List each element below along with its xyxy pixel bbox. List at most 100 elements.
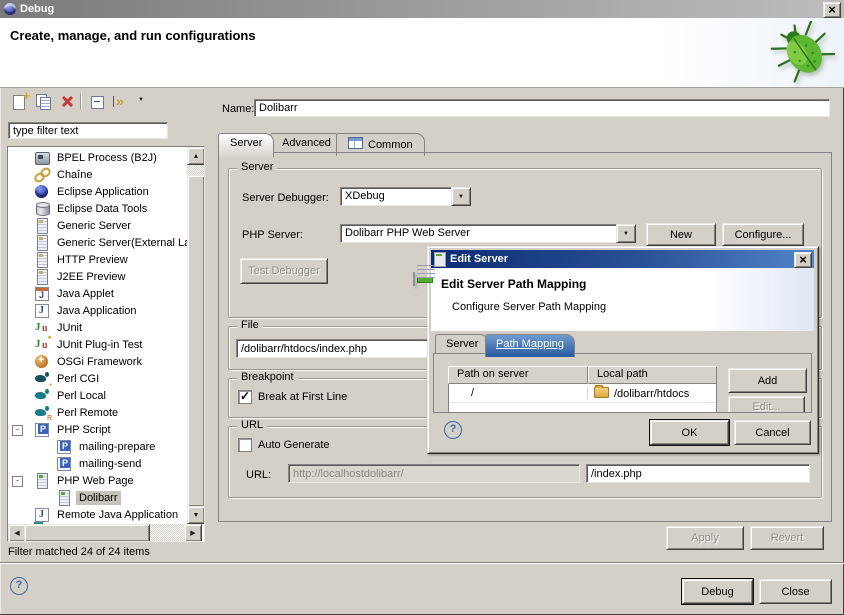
edit-server-dialog: Edit Server Edit Server Path Mapping Con… <box>427 246 819 454</box>
window-title: Debug <box>20 3 54 15</box>
delete-icon[interactable] <box>58 92 78 112</box>
column-header-local-path[interactable]: Local path <box>588 366 717 384</box>
server-tower-icon <box>413 272 415 286</box>
filter-icon[interactable] <box>112 92 132 112</box>
server-icon <box>34 269 50 284</box>
title-bar[interactable]: Debug <box>0 0 844 18</box>
menu-dropdown-icon[interactable] <box>134 92 154 112</box>
table-row[interactable]: / /dolibarr/htdocs <box>449 384 716 403</box>
tree-item[interactable]: Java Applet <box>8 285 205 302</box>
dialog-header: Edit Server Path Mapping Configure Serve… <box>431 268 814 331</box>
name-label: Name: <box>222 103 254 115</box>
vertical-scroll-thumb[interactable] <box>187 175 205 507</box>
scroll-up-icon[interactable]: ▲ <box>187 147 205 165</box>
scroll-down-icon[interactable]: ▼ <box>187 506 205 524</box>
junit-plugin-icon <box>34 337 50 352</box>
java-applet-icon <box>34 286 50 301</box>
revert-button[interactable]: Revert <box>750 526 824 550</box>
filter-input[interactable] <box>8 122 168 139</box>
eclipse-logo-icon <box>4 3 16 15</box>
tree-item[interactable]: Java Application <box>8 302 205 319</box>
tab-server[interactable]: Server <box>218 133 274 157</box>
apply-button[interactable]: Apply <box>666 526 744 550</box>
php-icon <box>56 439 72 454</box>
tree-item[interactable]: JUnit Plug-in Test <box>8 336 205 353</box>
collapse-expander-icon[interactable] <box>12 476 23 487</box>
table-body: / /dolibarr/htdocs <box>448 384 717 413</box>
tree-item[interactable]: Perl Remote <box>8 404 205 421</box>
dialog-title: Edit Server <box>450 253 508 265</box>
osgi-framework-icon <box>34 354 50 369</box>
php-icon <box>34 422 50 437</box>
java-application-icon <box>34 303 50 318</box>
tree-item[interactable]: mailing-send <box>8 455 205 472</box>
server-icon <box>434 252 446 267</box>
server-icon <box>34 252 50 267</box>
duplicate-icon[interactable] <box>34 92 54 112</box>
tree-item[interactable]: HTTP Preview <box>8 251 205 268</box>
path-mapping-table: Path on server Local path / /dolibarr/ht… <box>448 366 717 413</box>
remote-java-icon <box>34 507 50 522</box>
tree-item[interactable]: BPEL Process (B2J) <box>8 149 205 166</box>
close-button[interactable]: Close <box>759 579 832 604</box>
debug-button[interactable]: Debug <box>682 579 753 604</box>
php-web-server-icon <box>34 473 50 488</box>
database-icon <box>34 201 50 216</box>
tree-item[interactable]: PHP Web Page <box>8 472 205 489</box>
tree-item[interactable]: Remote Java Application <box>8 506 205 523</box>
toolbar-separator <box>80 93 81 109</box>
column-header-path-on-server[interactable]: Path on server <box>448 366 588 384</box>
perl-remote-icon <box>34 405 50 420</box>
tree-item[interactable]: Perl Local <box>8 387 205 404</box>
dialog-title-bar[interactable]: Edit Server <box>431 250 814 268</box>
collapse-all-icon[interactable] <box>88 92 108 112</box>
edit-button[interactable]: Edit... <box>728 396 805 413</box>
banner: Create, manage, and run configurations <box>0 18 844 88</box>
tree-item[interactable]: PHP Script <box>8 421 205 438</box>
help-icon[interactable] <box>444 421 462 439</box>
footer-separator <box>0 562 844 564</box>
tree-item[interactable]: mailing-prepare <box>8 438 205 455</box>
perl-icon <box>34 388 50 403</box>
scroll-right-icon[interactable]: ▶ <box>184 524 202 542</box>
folder-icon <box>594 387 609 398</box>
sidebar: BPEL Process (B2J) Chaîne Eclipse Applic… <box>6 90 204 542</box>
server-icon <box>34 235 50 250</box>
tree-item[interactable]: OSGi Framework <box>8 353 205 370</box>
php-web-server-icon <box>56 490 72 505</box>
new-configuration-icon[interactable] <box>10 92 30 112</box>
tree-item[interactable]: J2EE Preview <box>8 268 205 285</box>
path-mapping-content: Path on server Local path / /dolibarr/ht… <box>433 353 812 413</box>
close-icon[interactable] <box>823 2 841 18</box>
tree-item[interactable]: Generic Server <box>8 217 205 234</box>
table-icon <box>348 137 363 149</box>
dialog-heading: Edit Server Path Mapping <box>441 277 586 291</box>
tree-item[interactable]: Eclipse Data Tools <box>8 200 205 217</box>
close-icon[interactable] <box>794 252 812 268</box>
banner-title: Create, manage, and run configurations <box>10 28 256 43</box>
tree-vertical-scrollbar[interactable]: ▲ ▼ <box>187 147 204 524</box>
tree-item-selected[interactable]: Dolibarr <box>8 489 205 506</box>
eclipse-application-icon <box>34 184 50 199</box>
junit-icon <box>34 320 50 335</box>
filter-status: Filter matched 24 of 24 items <box>8 546 150 558</box>
dialog-button-bar: OK Cancel <box>431 411 814 450</box>
tree-horizontal-scrollbar[interactable]: ◀ ▶ <box>8 524 202 541</box>
bpel-process-icon <box>34 150 50 165</box>
ok-button[interactable]: OK <box>650 420 729 445</box>
chain-icon <box>34 167 50 182</box>
cancel-button[interactable]: Cancel <box>734 420 811 445</box>
horizontal-scroll-thumb[interactable] <box>24 524 150 542</box>
php-icon <box>56 456 72 471</box>
help-icon[interactable] <box>10 577 28 595</box>
name-input[interactable] <box>254 99 830 117</box>
tree-item[interactable]: Generic Server(External La <box>8 234 205 251</box>
tree-item[interactable]: Chaîne <box>8 166 205 183</box>
tree-item[interactable]: Eclipse Application <box>8 183 205 200</box>
collapse-expander-icon[interactable] <box>12 425 23 436</box>
tree-item[interactable]: Perl CGI <box>8 370 205 387</box>
tree-item[interactable]: JUnit <box>8 319 205 336</box>
green-bug-icon <box>770 21 838 83</box>
add-button[interactable]: Add <box>728 368 807 393</box>
dialog-tab-path-mapping[interactable]: Path Mapping <box>485 334 575 357</box>
